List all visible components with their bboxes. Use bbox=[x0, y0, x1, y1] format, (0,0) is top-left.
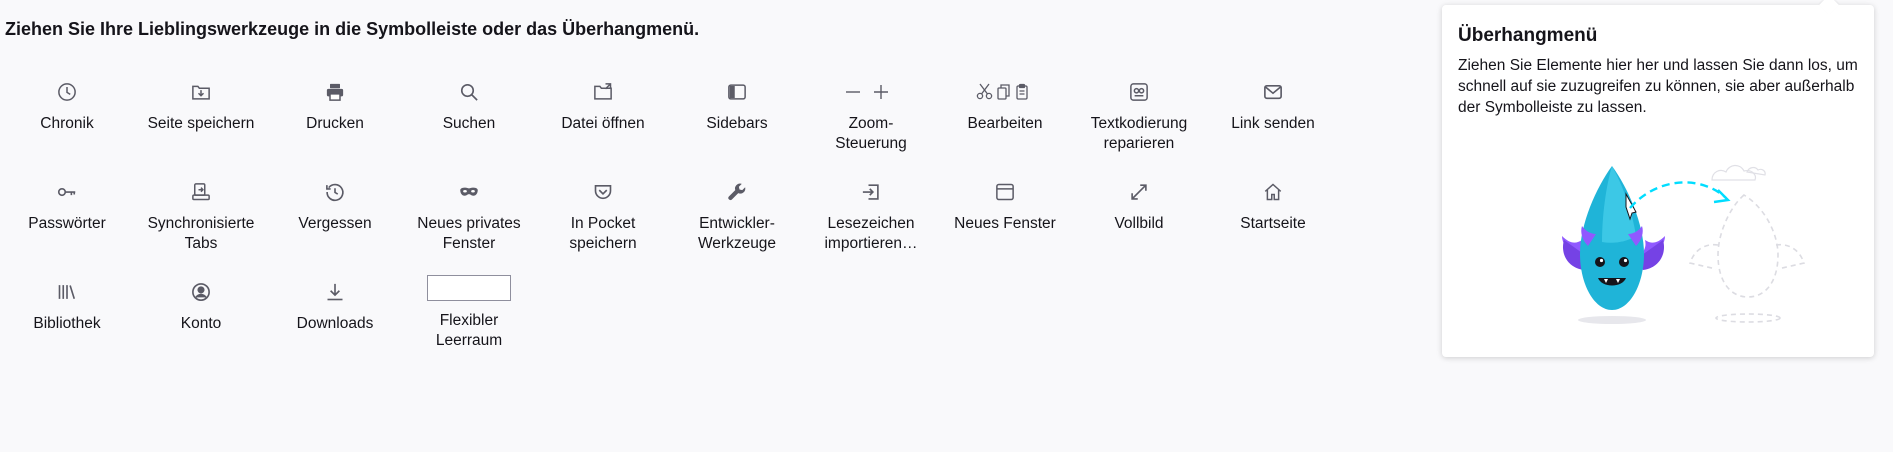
palette-item-bibliothek[interactable]: Bibliothek bbox=[0, 270, 134, 370]
new-window-icon bbox=[993, 180, 1017, 204]
palette-item-label: Bibliothek bbox=[33, 315, 101, 332]
search-icon bbox=[457, 80, 481, 104]
download-icon bbox=[323, 280, 347, 304]
palette-item-label: Konto bbox=[180, 315, 222, 332]
palette-item-entwickler-werkzeuge[interactable]: Entwickler- Werkzeuge bbox=[670, 170, 804, 270]
palette-item-vergessen[interactable]: Vergessen bbox=[268, 170, 402, 270]
palette-item-label: Suchen bbox=[442, 115, 496, 132]
flexible-space-box bbox=[427, 275, 511, 301]
key-icon bbox=[55, 180, 79, 204]
mail-icon bbox=[1261, 80, 1285, 104]
palette-item-label: Link senden bbox=[1231, 115, 1315, 132]
palette-item-datei-oeffnen[interactable]: Datei öffnen bbox=[536, 70, 670, 170]
palette-item-downloads[interactable]: Downloads bbox=[268, 270, 402, 370]
palette-item-label: Chronik bbox=[40, 115, 94, 132]
palette-item-synchronisierte-tabs[interactable]: Synchronisierte Tabs bbox=[134, 170, 268, 270]
palette-item-label: Seite speichern bbox=[147, 115, 255, 132]
palette-item-konto[interactable]: Konto bbox=[134, 270, 268, 370]
forget-icon bbox=[323, 180, 347, 204]
palette-item-passwoerter[interactable]: Passwörter bbox=[0, 170, 134, 270]
palette-item-label: Passwörter bbox=[28, 215, 106, 232]
overflow-panel-description: Ziehen Sie Elemente hier her und lassen … bbox=[1458, 57, 1858, 116]
palette-item-startseite[interactable]: Startseite bbox=[1206, 170, 1340, 270]
printer-icon bbox=[323, 80, 347, 104]
text-encoding-icon bbox=[1127, 80, 1151, 104]
save-page-icon bbox=[189, 80, 213, 104]
palette-item-label: In Pocket speichern bbox=[569, 215, 637, 252]
palette-item-pocket[interactable]: In Pocket speichern bbox=[536, 170, 670, 270]
fullscreen-icon bbox=[1127, 180, 1151, 204]
palette-item-neues-privates-fenster[interactable]: Neues privates Fenster bbox=[402, 170, 536, 270]
account-icon bbox=[189, 280, 213, 304]
zoom-controls-icon bbox=[836, 80, 906, 104]
home-icon bbox=[1261, 180, 1285, 204]
palette-item-label: Vergessen bbox=[298, 215, 372, 232]
customize-heading: Ziehen Sie Ihre Lieblingswerkzeuge in di… bbox=[5, 19, 700, 39]
palette-item-label: Sidebars bbox=[706, 115, 768, 132]
palette-item-label: Flexibler Leerraum bbox=[435, 312, 503, 349]
palette-item-label: Bearbeiten bbox=[967, 115, 1043, 132]
palette-item-vollbild[interactable]: Vollbild bbox=[1072, 170, 1206, 270]
palette-item-link-senden[interactable]: Link senden bbox=[1206, 70, 1340, 170]
overflow-panel-title: Überhangmenü bbox=[1458, 25, 1598, 46]
palette-item-label: Neues Fenster bbox=[954, 215, 1056, 232]
import-icon bbox=[859, 180, 883, 204]
synced-tabs-icon bbox=[189, 180, 213, 204]
palette-item-label: Downloads bbox=[296, 315, 374, 332]
palette-item-drucken[interactable]: Drucken bbox=[268, 70, 402, 170]
clock-icon bbox=[55, 80, 79, 104]
palette-item-label: Datei öffnen bbox=[561, 115, 645, 132]
palette-item-label: Synchronisierte Tabs bbox=[147, 215, 255, 252]
palette-item-textkodierung[interactable]: Textkodierung reparieren bbox=[1072, 70, 1206, 170]
palette-item-seite-speichern[interactable]: Seite speichern bbox=[134, 70, 268, 170]
pocket-icon bbox=[591, 180, 615, 204]
palette-item-label: Neues privates Fenster bbox=[417, 215, 521, 252]
palette-item-label: Vollbild bbox=[1114, 215, 1164, 232]
palette-item-label: Textkodierung reparieren bbox=[1090, 115, 1188, 152]
palette-item-sidebars[interactable]: Sidebars bbox=[670, 70, 804, 170]
palette-item-label: Startseite bbox=[1240, 215, 1306, 232]
customize-palette: Chronik Seite speichern Drucken Suchen D… bbox=[0, 70, 1340, 370]
palette-item-bearbeiten[interactable]: Bearbeiten bbox=[938, 70, 1072, 170]
palette-item-neues-fenster[interactable]: Neues Fenster bbox=[938, 170, 1072, 270]
palette-item-label: Drucken bbox=[306, 115, 364, 132]
palette-item-lesezeichen-importieren[interactable]: Lesezeichen importieren… bbox=[804, 170, 938, 270]
palette-item-label: Entwickler- Werkzeuge bbox=[697, 215, 777, 252]
palette-item-flexibler-leerraum[interactable]: Flexibler Leerraum bbox=[402, 270, 536, 370]
overflow-dragon-illustration bbox=[1562, 164, 1806, 324]
palette-item-zoom-steuerung[interactable]: Zoom- Steuerung bbox=[804, 70, 938, 170]
edit-controls-icon bbox=[970, 80, 1040, 104]
sidebar-icon bbox=[725, 80, 749, 104]
palette-item-label: Zoom- Steuerung bbox=[835, 115, 907, 152]
palette-item-chronik[interactable]: Chronik bbox=[0, 70, 134, 170]
palette-item-label: Lesezeichen importieren… bbox=[824, 215, 918, 252]
palette-item-suchen[interactable]: Suchen bbox=[402, 70, 536, 170]
private-mask-icon bbox=[457, 180, 481, 204]
overflow-panel[interactable]: Überhangmenü Ziehen Sie Elemente hier he… bbox=[1442, 5, 1874, 357]
open-file-icon bbox=[591, 80, 615, 104]
wrench-icon bbox=[725, 180, 749, 204]
library-icon bbox=[55, 280, 79, 304]
